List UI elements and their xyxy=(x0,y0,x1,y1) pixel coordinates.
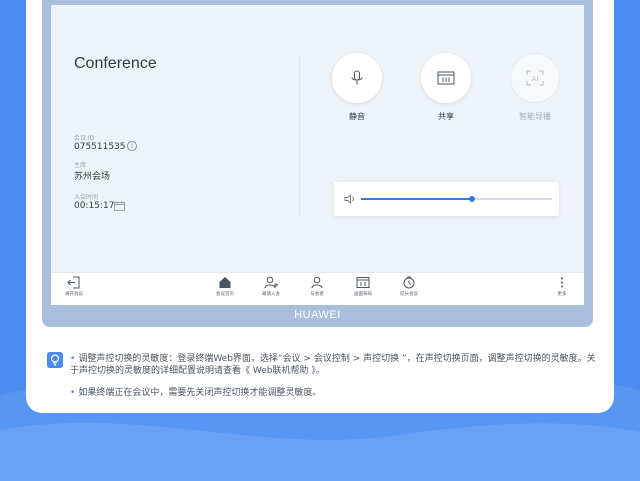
join-time-label: 入会时间 xyxy=(74,194,99,201)
leave-meeting-label: 离开会议 xyxy=(65,292,83,297)
brand-logo: HUAWEI xyxy=(294,309,341,321)
host-label: 主席 xyxy=(74,162,87,169)
invite-label: 邀请入会 xyxy=(262,292,280,297)
smart-director-button[interactable]: AI xyxy=(510,53,560,103)
bottom-toolbar: 离开会议 会议首页 邀请入会 与会者 画面布局 延长会议 更多 xyxy=(51,272,584,305)
smart-director-icon: AI xyxy=(526,70,544,86)
volume-knob[interactable] xyxy=(469,196,475,202)
panel-divider xyxy=(299,57,300,217)
tip-item: • 如果终端正在会议中，需要先关闭声控切换才能调整灵敏度。 xyxy=(70,387,600,399)
extend-meeting-label: 延长会议 xyxy=(400,292,418,297)
layout-button[interactable]: 画面布局 xyxy=(343,276,383,297)
speaker-icon xyxy=(344,194,354,204)
bullet-dot: • xyxy=(70,354,76,364)
svg-text:AI: AI xyxy=(532,75,539,83)
leave-meeting-button[interactable]: 离开会议 xyxy=(54,276,94,297)
participants-button[interactable]: 与会者 xyxy=(297,276,337,297)
share-label: 共享 xyxy=(438,112,454,121)
volume-slider[interactable] xyxy=(334,182,559,216)
meeting-id-label: 会议 ID xyxy=(74,135,95,142)
conference-title: Conference xyxy=(74,55,157,72)
participants-label: 与会者 xyxy=(310,292,324,297)
tip-text: 如果终端正在会议中，需要先关闭声控切换才能调整灵敏度。 xyxy=(78,388,322,398)
share-screen-icon xyxy=(437,71,455,85)
join-time-value: 00:15:17 xyxy=(74,201,115,211)
layout-icon xyxy=(356,277,370,288)
user-icon xyxy=(311,276,323,289)
host-value: 苏州会场 xyxy=(74,172,111,182)
timer-icon xyxy=(403,276,415,289)
invite-button[interactable]: 邀请入会 xyxy=(251,276,291,297)
add-user-icon xyxy=(264,276,278,289)
more-icon xyxy=(561,277,563,288)
volume-fill xyxy=(361,198,472,200)
mute-label: 静音 xyxy=(349,112,365,121)
more-label: 更多 xyxy=(557,292,567,297)
mute-button[interactable] xyxy=(332,53,382,103)
smart-director-label: 智能导播 xyxy=(519,112,551,121)
share-button[interactable] xyxy=(421,53,471,103)
meeting-home-label: 会议首页 xyxy=(216,292,234,297)
tip-item: • 调整声控切换的灵敏度：登录终端Web界面，选择“会议 > 会议控制 > 声控切… xyxy=(70,353,600,377)
layout-label: 画面布局 xyxy=(354,292,372,297)
calendar-icon xyxy=(114,201,125,211)
tip-text: 调整声控切换的灵敏度：登录终端Web界面，选择“会议 > 会议控制 > 声控切换… xyxy=(70,354,596,376)
more-button[interactable]: 更多 xyxy=(542,276,582,297)
microphone-icon xyxy=(351,70,363,85)
exit-icon xyxy=(67,276,80,289)
lightbulb-icon xyxy=(47,352,63,368)
meeting-id-value: 075511535 xyxy=(74,142,126,152)
home-icon xyxy=(219,277,231,288)
info-icon[interactable]: i xyxy=(127,141,137,151)
meeting-home-button[interactable]: 会议首页 xyxy=(205,276,245,297)
extend-meeting-button[interactable]: 延长会议 xyxy=(389,276,429,297)
bullet-dot: • xyxy=(70,388,76,398)
terminal-screen: Conference 会议 ID 075511535 i 主席 苏州会场 入会时… xyxy=(51,5,584,305)
